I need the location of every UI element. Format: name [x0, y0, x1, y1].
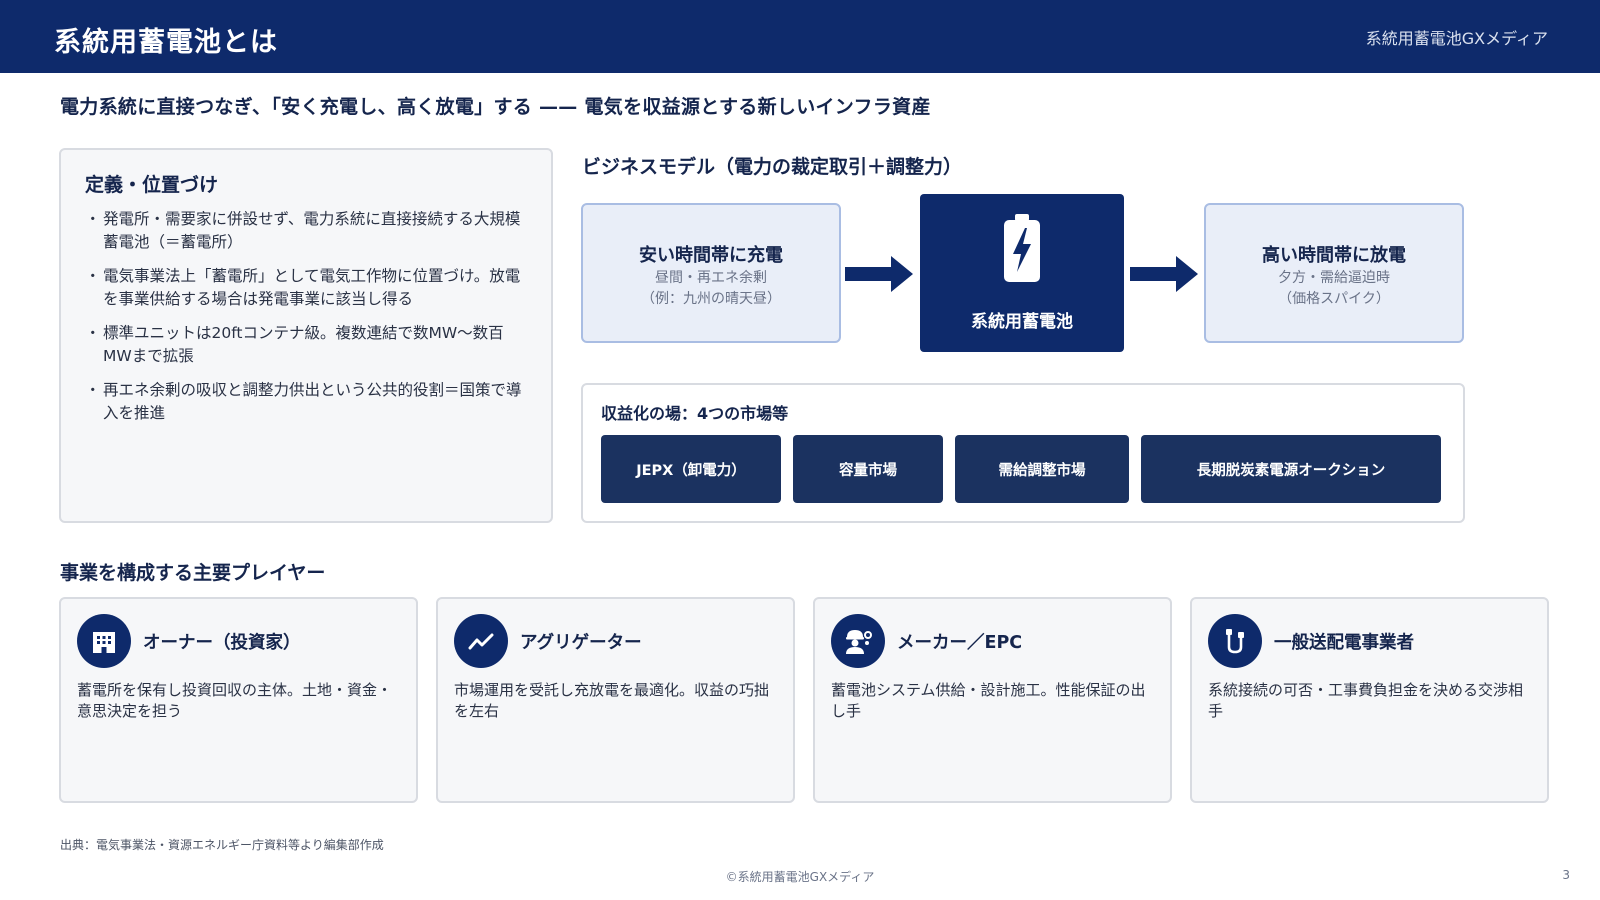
- market-pill-capacity: 容量市場: [793, 435, 943, 503]
- discharge-card: 高い時間帯に放電 夕方・需給逼迫時 （価格スパイク）: [1204, 203, 1464, 343]
- player-card-maker-epc: メーカー／EPC 蓄電池システム供給・設計施工。性能保証の出し手: [813, 597, 1172, 803]
- player-name: アグリゲーター: [520, 633, 642, 653]
- definition-panel: 定義・位置づけ ・発電所・需要家に併設せず、電力系統に直接接続する大規模蓄電池（…: [59, 148, 553, 523]
- list-item: ・再エネ余剰の吸収と調整力供出という公共的役割＝国策で導入を推進: [85, 379, 525, 425]
- player-desc: 蓄電池システム供給・設計施工。性能保証の出し手: [831, 681, 1146, 720]
- battery-label: 系統用蓄電池: [971, 312, 1073, 332]
- bullet: ・: [85, 324, 101, 342]
- player-desc: 蓄電所を保有し投資回収の主体。土地・資金・意思決定を担う: [77, 681, 393, 720]
- business-model-title: ビジネスモデル（電力の裁定取引＋調整力）: [582, 156, 963, 178]
- charge-card: 安い時間帯に充電 昼間・再エネ余剰 （例：九州の晴天昼）: [581, 203, 841, 343]
- market-pill-ltdr-auction: 長期脱炭素電源オークション: [1141, 435, 1441, 503]
- discharge-title: 高い時間帯に放電: [1262, 245, 1406, 266]
- header-bar: 系統用蓄電池とは 系統用蓄電池GXメディア: [0, 0, 1600, 73]
- players-title: 事業を構成する主要プレイヤー: [60, 562, 326, 584]
- grid-cable-icon: [1208, 614, 1262, 668]
- discharge-line1: 夕方・需給逼迫時: [1278, 270, 1390, 286]
- player-name: オーナー（投資家）: [143, 633, 301, 653]
- definition-item-text: 再エネ余剰の吸収と調整力供出という公共的役割＝国策で導入を推進: [103, 381, 522, 422]
- bullet: ・: [85, 381, 101, 399]
- player-desc: 系統接続の可否・工事費負担金を決める交渉相手: [1208, 681, 1524, 720]
- footer-copyright: ©系統用蓄電池GXメディア: [725, 870, 875, 884]
- page-title: 系統用蓄電池とは: [54, 27, 278, 58]
- arrow-right-icon: [1130, 256, 1198, 292]
- market-pill-balancing: 需給調整市場: [955, 435, 1129, 503]
- bullet: ・: [85, 267, 101, 285]
- charge-title: 安い時間帯に充電: [639, 245, 783, 266]
- market-pill-jepx: JEPX（卸電力）: [601, 435, 781, 503]
- header-brand: 系統用蓄電池GXメディア: [1365, 29, 1548, 48]
- list-item: ・発電所・需要家に併設せず、電力系統に直接接続する大規模蓄電池（＝蓄電所）: [85, 208, 525, 254]
- list-item: ・標準ユニットは20ftコンテナ級。複数連結で数MW〜数百MWまで拡張: [85, 322, 525, 368]
- player-name: 一般送配電事業者: [1274, 633, 1414, 653]
- battery-bolt-icon: [1004, 214, 1040, 282]
- lead-text: 電力系統に直接つなぎ、「安く充電し、高く放電」する —— 電気を収益源とする新し…: [60, 96, 931, 118]
- arrow-right-icon: [845, 256, 913, 292]
- list-item: ・電気事業法上「蓄電所」として電気工作物に位置づけ。放電を事業供給する場合は発電…: [85, 265, 525, 311]
- player-card-tso: 一般送配電事業者 系統接続の可否・工事費負担金を決める交渉相手: [1190, 597, 1549, 803]
- player-name: メーカー／EPC: [897, 633, 1023, 653]
- trend-line-icon: [454, 614, 508, 668]
- markets-title: 収益化の場：4つの市場等: [601, 404, 789, 423]
- player-desc: 市場運用を受託し充放電を最適化。収益の巧拙を左右: [454, 681, 770, 720]
- building-icon: [77, 614, 131, 668]
- engineer-icon: [831, 614, 885, 668]
- definition-title: 定義・位置づけ: [85, 174, 219, 196]
- player-card-owner: オーナー（投資家） 蓄電所を保有し投資回収の主体。土地・資金・意思決定を担う: [59, 597, 418, 803]
- charge-line2: （例：九州の晴天昼）: [641, 291, 781, 307]
- charge-line1: 昼間・再エネ余剰: [655, 270, 767, 286]
- definition-item-text: 標準ユニットは20ftコンテナ級。複数連結で数MW〜数百MWまで拡張: [103, 324, 504, 365]
- bullet: ・: [85, 210, 101, 228]
- definition-item-text: 発電所・需要家に併設せず、電力系統に直接接続する大規模蓄電池（＝蓄電所）: [103, 210, 521, 251]
- definition-list: ・発電所・需要家に併設せず、電力系統に直接接続する大規模蓄電池（＝蓄電所） ・電…: [85, 208, 525, 436]
- discharge-line2: （価格スパイク）: [1278, 291, 1390, 307]
- source-note: 出典：電気事業法・資源エネルギー庁資料等より編集部作成: [60, 838, 384, 852]
- markets-panel: 収益化の場：4つの市場等 JEPX（卸電力） 容量市場 需給調整市場 長期脱炭素…: [581, 383, 1465, 523]
- battery-card: 系統用蓄電池: [920, 194, 1124, 352]
- page-number: 3: [1562, 868, 1570, 882]
- player-card-aggregator: アグリゲーター 市場運用を受託し充放電を最適化。収益の巧拙を左右: [436, 597, 795, 803]
- definition-item-text: 電気事業法上「蓄電所」として電気工作物に位置づけ。放電を事業供給する場合は発電事…: [103, 267, 521, 308]
